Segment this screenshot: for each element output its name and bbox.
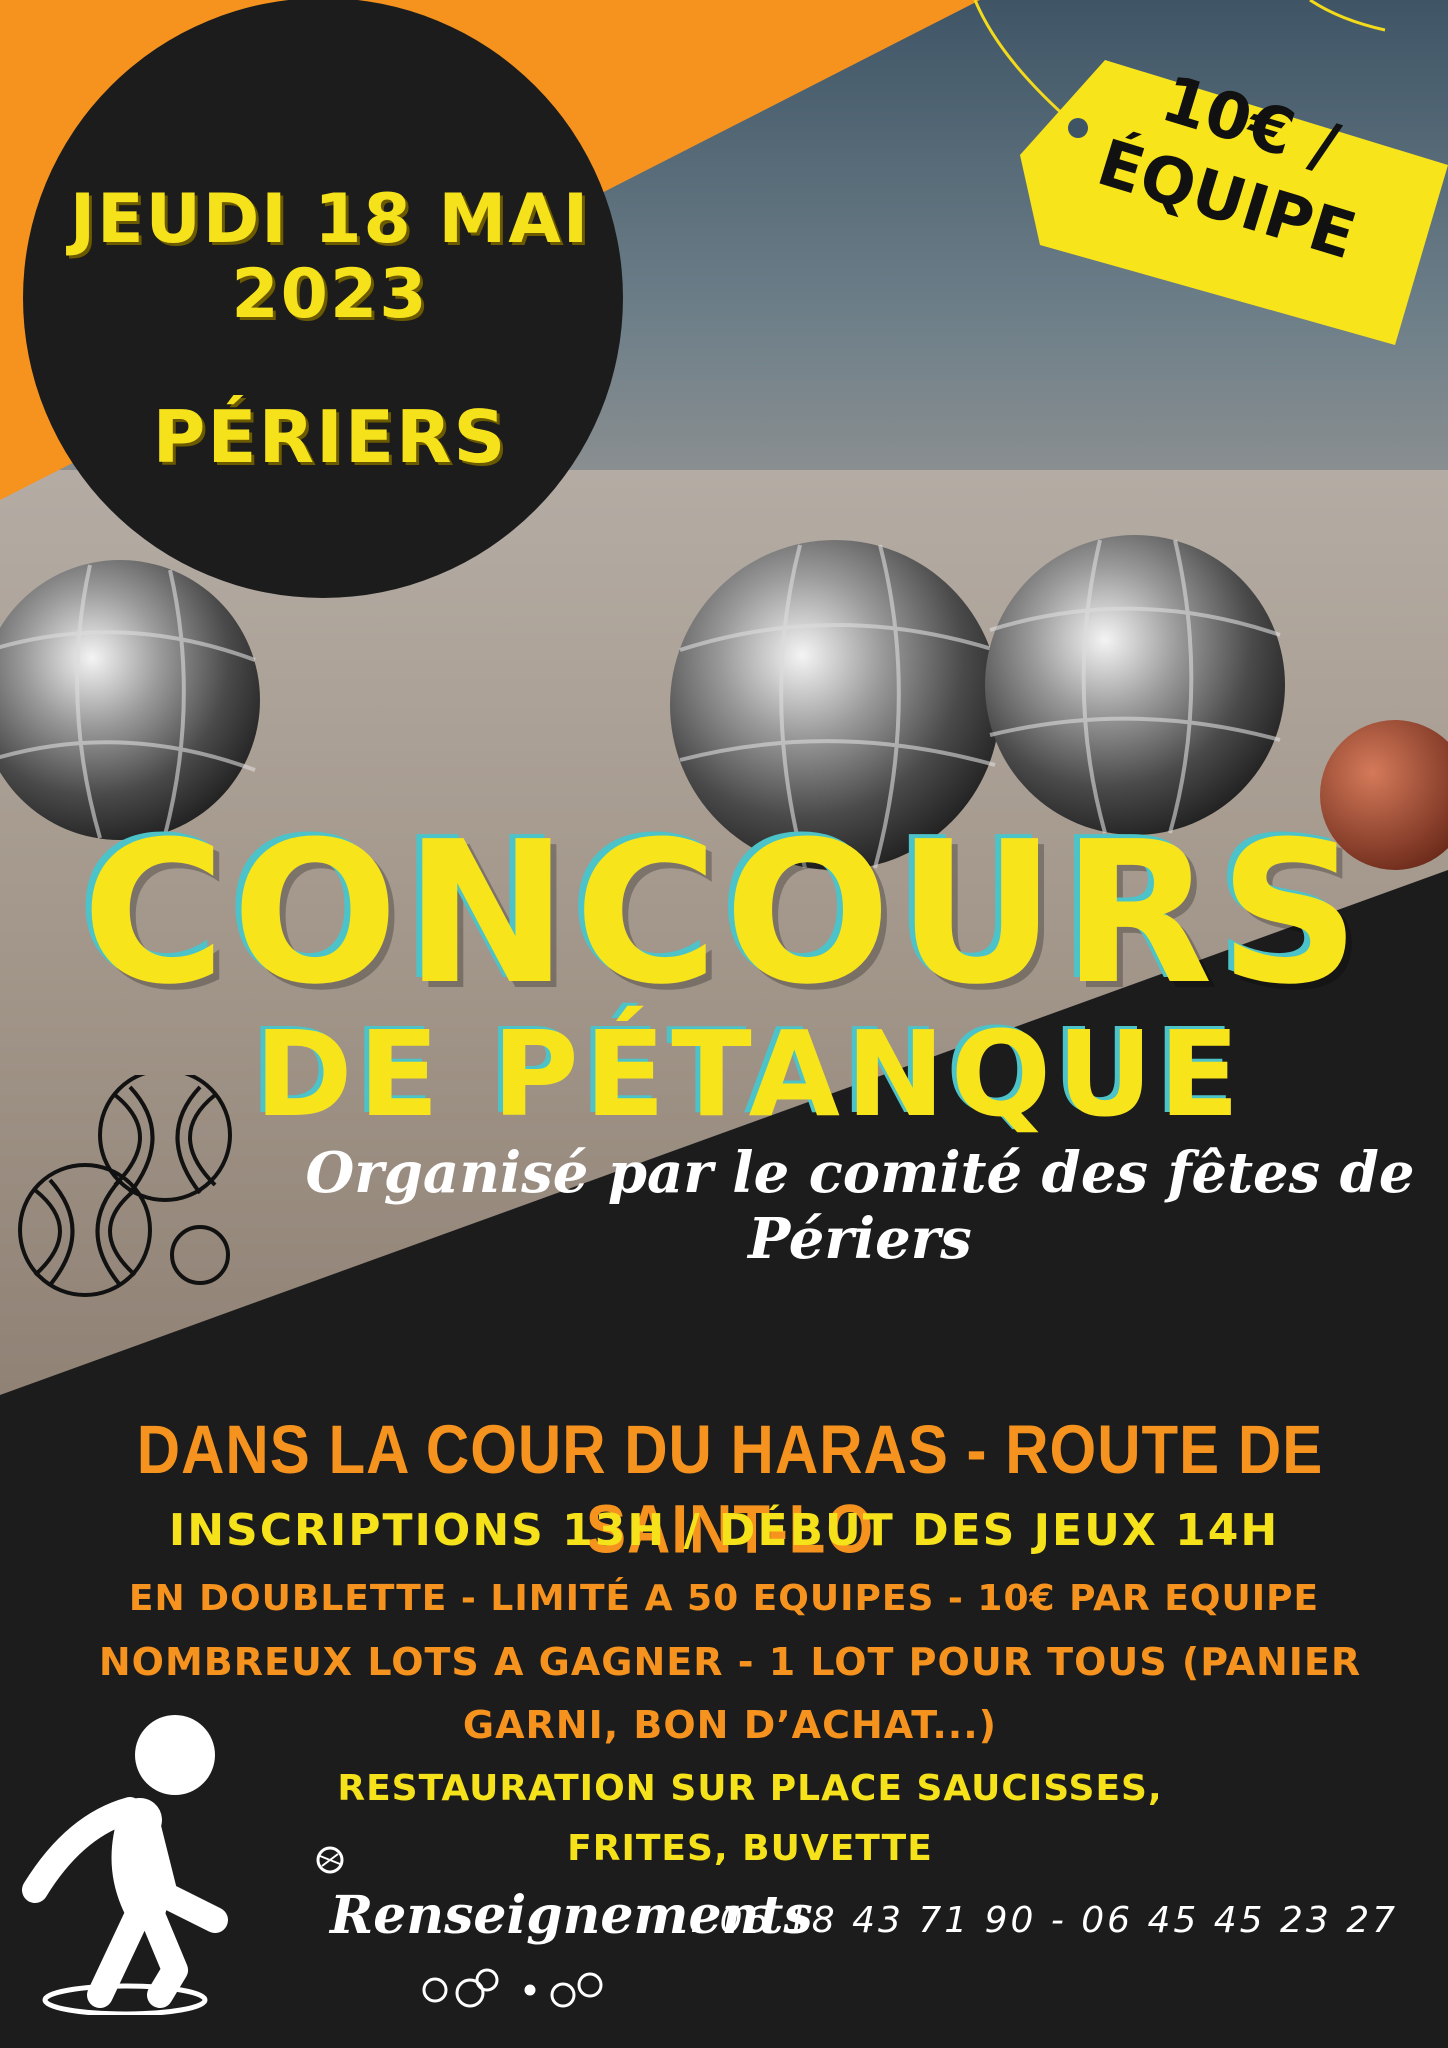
date-line: JEUDI 18 MAI [69,180,591,259]
town-name: PÉRIERS [152,395,508,479]
small-ball-icon [316,1846,344,1874]
prizes-line-2: GARNI, BON D’ACHAT...) [462,1703,998,1747]
contact-phones: : 06 18 43 71 90 - 06 45 45 23 27 [690,1900,1399,1941]
poster: JEUDI 18 MAI 2023 PÉRIERS 10€ / ÉQUIPE C… [0,0,1448,2048]
hours-line: INSCRIPTIONS 13H / DÉBUT DES JEUX 14H [168,1505,1280,1556]
title-main: CONCOURS [81,800,1367,1028]
food-line-1: RESTAURATION SUR PLACE SAUCISSES, [337,1768,1163,1809]
small-balls-icon [422,1968,603,2008]
food-line-2: FRITES, BUVETTE [567,1828,933,1869]
format-line: EN DOUBLETTE - LIMITÉ A 50 EQUIPES - 10€… [128,1578,1320,1619]
organiser-line: Organisé par le comité des fêtes de Péri… [305,1140,1415,1272]
player-pictogram-icon [22,1715,228,2015]
prizes-line-1: NOMBREUX LOTS A GAGNER - 1 LOT POUR TOUS… [98,1640,1362,1684]
year-line: 2023 [231,255,429,334]
title-sub: DE PÉTANQUE [254,1005,1246,1143]
